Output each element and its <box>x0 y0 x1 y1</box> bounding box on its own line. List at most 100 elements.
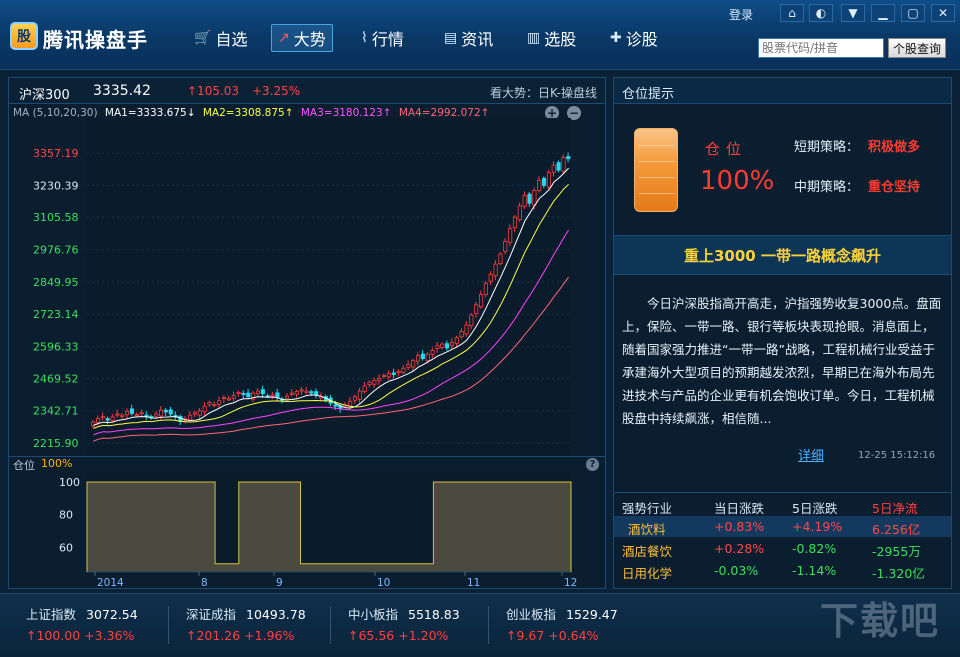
news-headline[interactable]: 重上3000 一带一路概念飙升 <box>614 235 951 275</box>
index-chart-panel: 沪深300 3335.42 ↑105.03 +3.25% 看大势：日K-操盘线 … <box>8 77 606 589</box>
position-label: 仓位 <box>13 459 35 472</box>
candle-body <box>168 409 173 415</box>
short-term-label: 短期策略： <box>794 140 860 155</box>
candle-body <box>188 414 193 421</box>
ticker-shanghai[interactable]: 上证指数 3072.54 ↑100.00 +3.36% <box>26 604 138 643</box>
candle-body <box>222 397 227 400</box>
position-word: 仓位 <box>705 140 748 158</box>
y-tick-label: 2976.76 <box>33 244 79 257</box>
x-tick-label: 12 <box>564 577 577 588</box>
candle-body <box>212 403 217 406</box>
x-tick-label: 9 <box>276 577 283 588</box>
news-more-link[interactable]: 详细 <box>798 445 824 464</box>
candle-body <box>289 392 295 395</box>
candle-body <box>493 263 498 277</box>
candle-body <box>483 282 488 296</box>
x-tick-label: 2014 <box>97 577 124 588</box>
ticker-shenzhen[interactable]: 深证成指 10493.78 ↑201.26 +1.96% <box>186 604 306 643</box>
candle-body <box>508 228 513 243</box>
line-chart-icon: ⌇ <box>361 30 368 46</box>
table-row[interactable]: 酒饮料 +0.83% +4.19% 6.256亿 <box>614 516 951 537</box>
position-y-tick: 100 <box>59 476 80 489</box>
close-icon[interactable]: ✕ <box>931 4 955 22</box>
candle-body <box>488 273 493 282</box>
candle-body <box>435 345 440 349</box>
app-logo-icon: 股 <box>10 22 38 50</box>
nav-tab-stock-picker[interactable]: ▥ 选股 <box>521 24 582 52</box>
industry-table: 强势行业 当日涨跌 5日涨跌 5日净流 酒饮料 +0.83% +4.19% 6.… <box>614 492 951 581</box>
y-tick-label: 2342.71 <box>33 405 79 418</box>
nav-tab-news[interactable]: ▤ 资讯 <box>438 24 499 52</box>
candle-body <box>154 413 159 417</box>
bar-chart-icon: ▥ <box>527 30 541 46</box>
position-gauge-icon <box>634 128 678 212</box>
candle-body <box>527 193 532 204</box>
menu-dropdown-icon[interactable]: ▼ <box>841 4 865 22</box>
stock-query-button[interactable]: 个股查询 <box>888 38 946 58</box>
index-change: ↑105.03 <box>187 84 240 98</box>
candle-body <box>236 391 241 394</box>
nav-tab-market-trend[interactable]: ↗ 大势 <box>271 24 333 52</box>
nav-tab-watchlist[interactable]: 🛒 自选 <box>188 24 253 52</box>
skin-icon[interactable]: ◐ <box>809 4 833 22</box>
candle-body <box>110 416 115 421</box>
help-icon[interactable]: ? <box>586 458 599 471</box>
candle-body <box>120 414 125 417</box>
candle-body <box>192 412 198 415</box>
candle-body <box>566 156 571 160</box>
table-row[interactable]: 日用化学 -0.03% -1.14% -1.320亿 <box>614 560 951 581</box>
candle-body <box>411 360 416 368</box>
medical-icon: ✚ <box>610 30 622 46</box>
nav-tab-diagnosis[interactable]: ✚ 诊股 <box>604 24 664 52</box>
candle-body <box>449 341 455 346</box>
ticker-sme[interactable]: 中小板指 5518.83 ↑65.56 +1.20% <box>348 604 460 643</box>
chart-header: 沪深300 3335.42 ↑105.03 +3.25% 看大势：日K-操盘线 <box>9 78 605 104</box>
candle-body <box>425 353 430 362</box>
stock-search-input[interactable] <box>758 38 884 58</box>
candle-body <box>391 372 396 375</box>
candle-body <box>270 394 275 397</box>
maximize-icon[interactable]: ▢ <box>901 4 925 22</box>
y-tick-label: 2596.33 <box>33 340 79 353</box>
news-body: 今日沪深股指高开高走，沪指强势收复3000点。盘面上，保险、一带一路、银行等板块… <box>622 296 942 426</box>
minimize-icon[interactable]: ▁ <box>871 4 895 22</box>
candle-body <box>498 253 503 265</box>
candle-body <box>357 390 362 400</box>
candle-body <box>314 391 319 396</box>
short-term-strategy: 积极做多 <box>868 140 921 155</box>
candle-body <box>260 389 265 395</box>
trend-view-label[interactable]: 看大势：日K-操盘线 <box>490 84 597 101</box>
position-chart: 100 80 60 2014 8 9 10 11 12 <box>59 472 577 588</box>
candlestick-chart[interactable]: 3357.19 3230.39 3105.58 2976.76 2849.95 2723.… <box>9 118 605 456</box>
candle-body <box>348 400 353 407</box>
candle-body <box>522 195 527 207</box>
candle-body <box>304 390 309 393</box>
x-tick-label: 11 <box>467 577 480 588</box>
app-title: 腾讯操盘手 <box>43 28 148 52</box>
y-tick-label: 3105.58 <box>33 211 79 224</box>
candle-body <box>503 240 508 252</box>
candle-body <box>231 395 236 399</box>
plot-area <box>87 118 571 456</box>
candle-body <box>469 314 474 326</box>
y-tick-label: 3357.19 <box>33 147 79 160</box>
y-tick-label: 3230.39 <box>33 179 79 192</box>
candle-body <box>309 391 314 394</box>
candle-body <box>537 179 542 191</box>
candle-body <box>299 389 304 392</box>
candle-body <box>105 418 110 421</box>
candle-body <box>125 411 130 416</box>
table-row[interactable]: 酒店餐饮 +0.28% -0.82% -2955万 <box>614 538 951 559</box>
candle-body <box>542 177 547 186</box>
login-link[interactable]: 登录 <box>729 6 753 23</box>
title-bar: 股 腾讯操盘手 🛒 自选 ↗ 大势 ⌇ 行情 ▤ 资讯 ▥ 选股 ✚ 诊股 登录 ⌂ ◐ ▼… <box>0 0 960 70</box>
candle-body <box>246 392 251 398</box>
nav-tab-quotes[interactable]: ⌇ 行情 <box>355 24 410 52</box>
candle-body <box>352 396 358 401</box>
candle-body <box>197 410 202 416</box>
home-icon[interactable]: ⌂ <box>780 4 804 22</box>
candle-body <box>275 392 280 398</box>
divider <box>488 606 489 644</box>
candle-body <box>294 391 299 395</box>
ticker-chinext[interactable]: 创业板指 1529.47 ↑9.67 +0.64% <box>506 604 618 643</box>
